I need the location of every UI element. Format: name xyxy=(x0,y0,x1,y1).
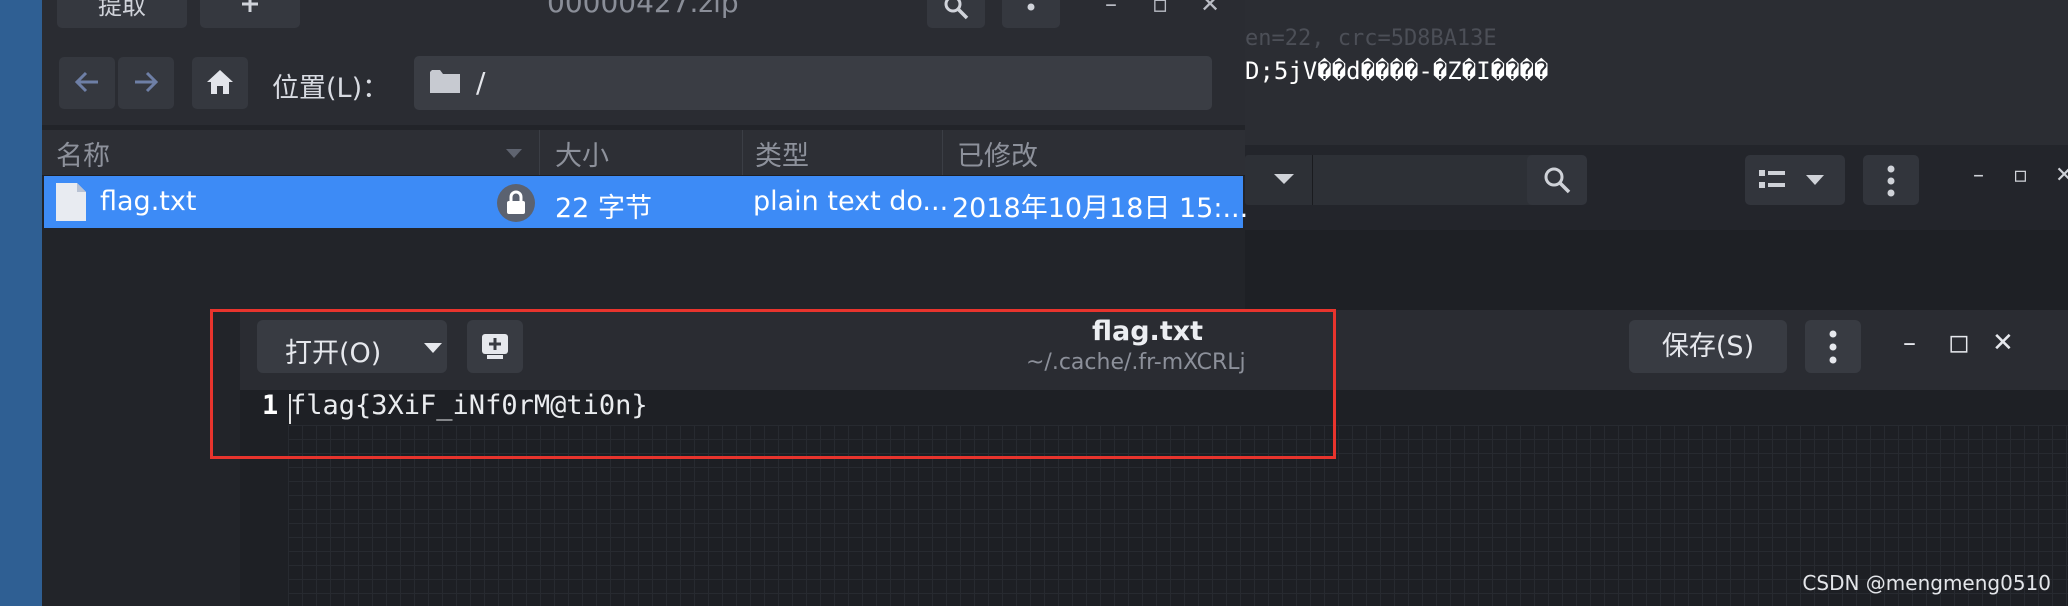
home-button[interactable] xyxy=(192,57,248,109)
search-icon xyxy=(944,0,969,20)
column-modified[interactable]: 已修改 xyxy=(957,134,1038,173)
kebab-menu-icon xyxy=(1887,165,1895,197)
column-type[interactable]: 类型 xyxy=(755,134,809,173)
kebab-menu-icon xyxy=(1027,3,1035,11)
back-button[interactable] xyxy=(59,57,115,109)
file-name: flag.txt xyxy=(100,186,197,217)
close-icon[interactable]: ✕ xyxy=(1200,0,1220,18)
editor-menu-button[interactable] xyxy=(1805,320,1861,373)
save-button[interactable]: 保存(S) xyxy=(1629,320,1787,373)
bg-menu-button[interactable] xyxy=(1863,155,1919,205)
plus-icon xyxy=(242,0,258,12)
minimize-icon[interactable]: – xyxy=(1973,163,1984,188)
watermark: CSDN @mengmeng0510 xyxy=(1802,571,2051,595)
close-icon[interactable]: ✕ xyxy=(1992,328,2014,358)
minimize-icon[interactable]: – xyxy=(1105,0,1117,18)
home-icon xyxy=(207,70,233,94)
column-size[interactable]: 大小 xyxy=(555,134,609,173)
file-modified: 2018年10月18日 15:... xyxy=(952,193,1249,224)
column-separator[interactable] xyxy=(539,130,540,175)
desktop-background xyxy=(0,0,42,606)
terminal-line-info: en=22, crc=5D8BA13E xyxy=(1245,26,1497,51)
column-separator[interactable] xyxy=(942,130,943,175)
search-icon xyxy=(1544,167,1571,194)
archive-window-title: 00000427.zip xyxy=(547,0,739,19)
forward-button[interactable] xyxy=(118,57,174,109)
maximize-icon[interactable]: ◻ xyxy=(1948,328,1970,358)
bg-search-field[interactable] xyxy=(1312,155,1538,205)
annotation-highlight-box xyxy=(210,309,1336,459)
file-size: 22 字节 xyxy=(555,193,652,224)
archive-search-button[interactable] xyxy=(927,0,985,28)
maximize-icon[interactable]: ▫ xyxy=(2013,163,2028,188)
location-label: 位置(L)： xyxy=(272,73,390,104)
location-input[interactable]: / xyxy=(414,56,1212,110)
bg-view-toggle[interactable] xyxy=(1745,155,1845,205)
close-icon[interactable]: ✕ xyxy=(2055,163,2068,188)
file-list-header xyxy=(42,130,1245,176)
sort-chevron-icon xyxy=(506,149,522,158)
location-path: / xyxy=(476,66,486,99)
extract-button[interactable]: 提取 xyxy=(57,0,187,28)
file-type: plain text do... xyxy=(753,186,949,217)
column-name[interactable]: 名称 xyxy=(56,134,110,173)
chevron-down-icon xyxy=(1274,174,1294,184)
list-view-icon xyxy=(1759,170,1785,188)
kebab-menu-icon xyxy=(1829,330,1837,364)
file-icon xyxy=(56,183,86,221)
add-files-button[interactable] xyxy=(200,0,300,28)
maximize-icon[interactable]: ▫ xyxy=(1152,0,1168,18)
terminal-line-binary: D;5jV��d����-�Z�I���� xyxy=(1245,57,1549,85)
background-terminal: en=22, crc=5D8BA13E D;5jV��d����-�Z�I���… xyxy=(1245,0,2068,150)
archive-menu-button[interactable] xyxy=(1002,0,1060,28)
folder-icon xyxy=(430,70,460,93)
chevron-down-icon xyxy=(1806,175,1824,185)
back-arrow-icon xyxy=(74,71,98,93)
lock-icon xyxy=(497,184,535,222)
minimize-icon[interactable]: – xyxy=(1903,328,1916,358)
bg-search-button[interactable] xyxy=(1527,155,1587,205)
column-separator[interactable] xyxy=(742,130,743,175)
forward-arrow-icon xyxy=(135,71,159,93)
